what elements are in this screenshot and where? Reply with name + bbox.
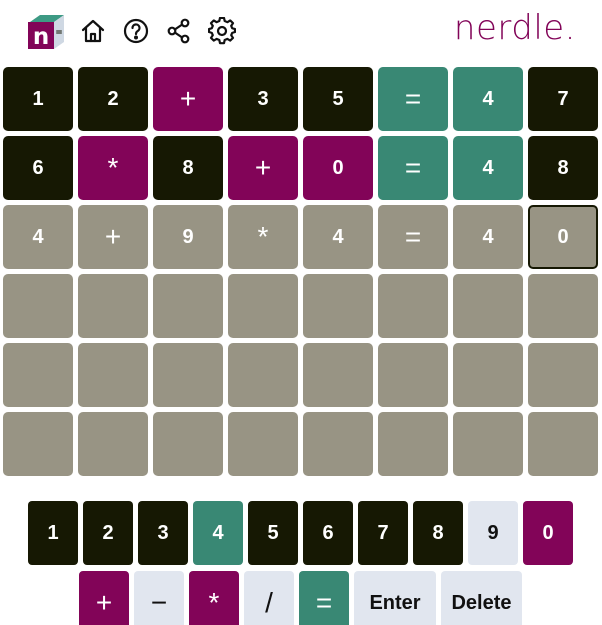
board-cell (228, 412, 298, 476)
key-equals[interactable]: = (299, 571, 349, 625)
board-cell (303, 343, 373, 407)
board-cell (528, 343, 598, 407)
key-divide[interactable]: / (244, 571, 294, 625)
board-cell (378, 274, 448, 338)
board-cell (453, 274, 523, 338)
key-0[interactable]: 0 (523, 501, 573, 565)
board-cell (303, 274, 373, 338)
board-cell[interactable]: = (378, 205, 448, 269)
board-cell: + (228, 136, 298, 200)
board-cell (453, 412, 523, 476)
key-3[interactable]: 3 (138, 501, 188, 565)
enter-button[interactable]: Enter (354, 571, 436, 625)
key-4[interactable]: 4 (193, 501, 243, 565)
board-cell (3, 412, 73, 476)
board-cell (78, 274, 148, 338)
board-cell[interactable]: 9 (153, 205, 223, 269)
key-6[interactable]: 6 (303, 501, 353, 565)
board-cell: + (153, 67, 223, 131)
board-cell: = (378, 136, 448, 200)
board-cell (453, 343, 523, 407)
key-2[interactable]: 2 (83, 501, 133, 565)
brand-name: nerdle. (453, 8, 576, 48)
key-plus[interactable]: + (79, 571, 129, 625)
board-cell[interactable]: 4 (3, 205, 73, 269)
settings-icon[interactable] (208, 17, 236, 45)
board-cell (78, 343, 148, 407)
board-cell (3, 343, 73, 407)
board-cell (303, 412, 373, 476)
home-icon[interactable] (79, 17, 107, 45)
help-icon[interactable] (122, 17, 150, 45)
board-cell (378, 343, 448, 407)
key-9[interactable]: 9 (468, 501, 518, 565)
board-cell (228, 343, 298, 407)
board-cell: 4 (453, 136, 523, 200)
board-cell (153, 412, 223, 476)
delete-button[interactable]: Delete (441, 571, 522, 625)
header: n = nerdle. (0, 0, 602, 62)
logo-letter: n (33, 24, 49, 50)
share-icon[interactable] (165, 17, 193, 45)
board-cell (378, 412, 448, 476)
board-cell: 6 (3, 136, 73, 200)
board-cell (528, 274, 598, 338)
board-cell[interactable]: 0 (528, 205, 598, 269)
board-cell: 4 (453, 67, 523, 131)
nerdle-logo-icon[interactable]: n = (26, 13, 66, 51)
key-7[interactable]: 7 (358, 501, 408, 565)
board-cell[interactable]: + (78, 205, 148, 269)
key-1[interactable]: 1 (28, 501, 78, 565)
board-cell[interactable]: * (228, 205, 298, 269)
board-cell: 2 (78, 67, 148, 131)
board-cell: 0 (303, 136, 373, 200)
board-cell: 7 (528, 67, 598, 131)
board-cell (78, 412, 148, 476)
board-cell: 3 (228, 67, 298, 131)
key-5[interactable]: 5 (248, 501, 298, 565)
board-cell[interactable]: 4 (453, 205, 523, 269)
key-minus[interactable]: − (134, 571, 184, 625)
board-cell (153, 274, 223, 338)
board-cell (528, 412, 598, 476)
board-cell (153, 343, 223, 407)
key-multiply[interactable]: * (189, 571, 239, 625)
board-cell[interactable]: 4 (303, 205, 373, 269)
board-cell: 5 (303, 67, 373, 131)
board-cell: 1 (3, 67, 73, 131)
board-cell: = (378, 67, 448, 131)
board-cell: * (78, 136, 148, 200)
board-cell (3, 274, 73, 338)
board-cell: 8 (528, 136, 598, 200)
board-cell (228, 274, 298, 338)
key-8[interactable]: 8 (413, 501, 463, 565)
board-cell: 8 (153, 136, 223, 200)
svg-text:=: = (55, 28, 63, 38)
